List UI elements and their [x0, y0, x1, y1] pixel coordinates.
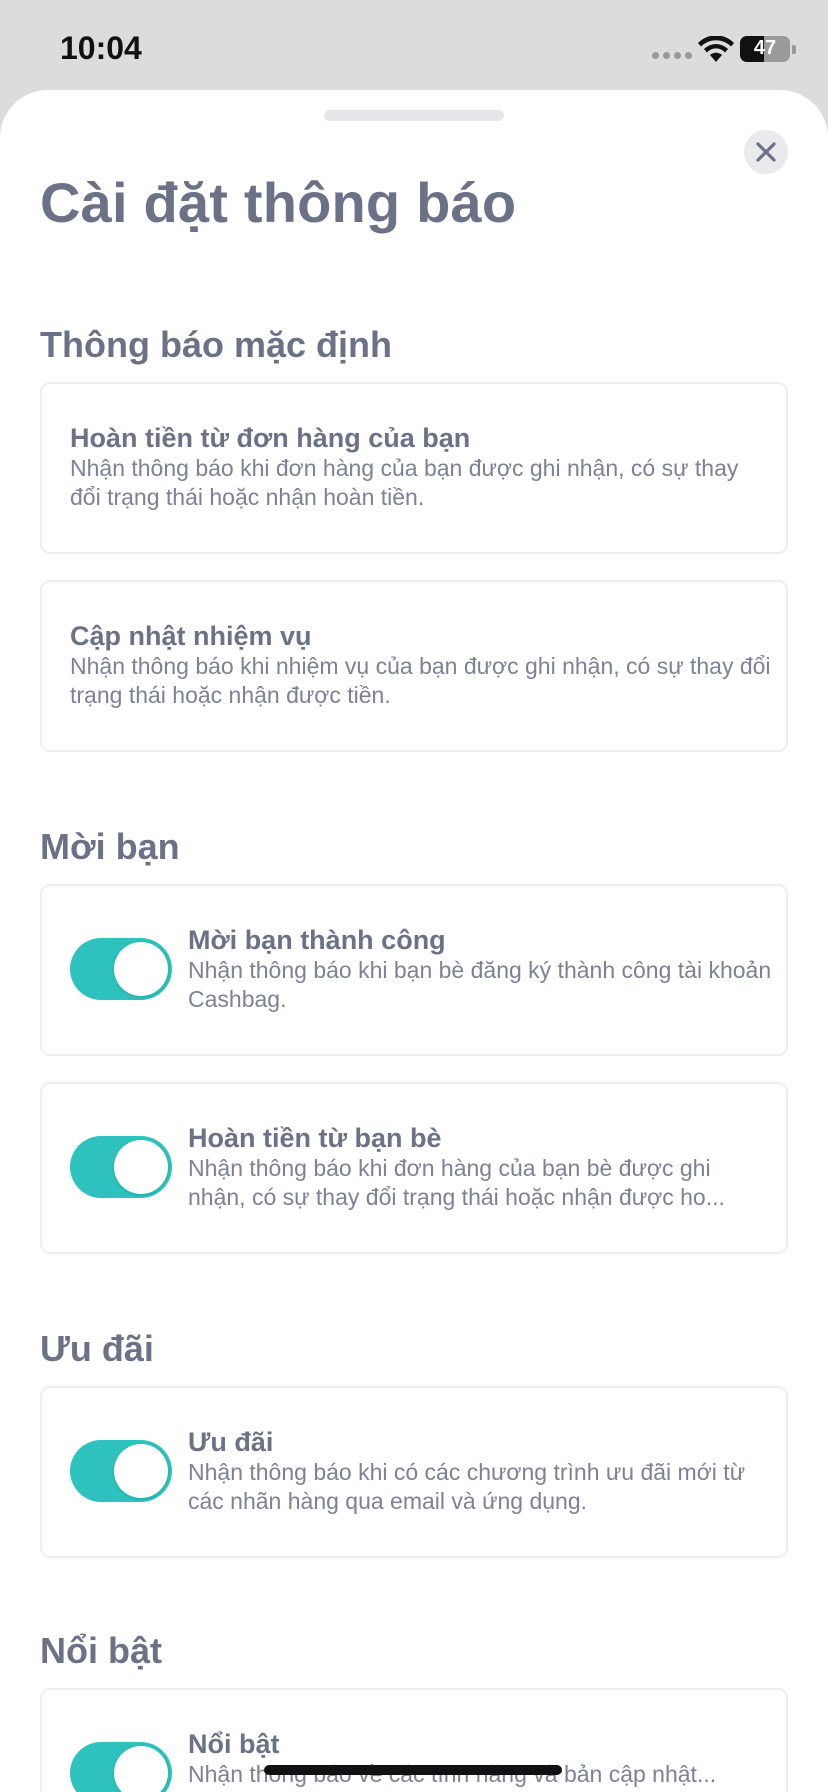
- setting-title: Hoàn tiền từ bạn bè: [188, 1123, 442, 1153]
- setting-card-order-cashback: Hoàn tiền từ đơn hàng của bạn Nhận thông…: [40, 382, 788, 554]
- status-time: 10:04: [60, 30, 142, 66]
- section-title-offers: Ưu đãi: [40, 1328, 154, 1369]
- battery-percentage: 47: [753, 37, 777, 59]
- section-title-default: Thông báo mặc định: [40, 324, 392, 365]
- wifi-icon: [698, 36, 734, 62]
- setting-title: Ưu đãi: [188, 1427, 274, 1457]
- section-title-highlights: Nổi bật: [40, 1630, 162, 1671]
- setting-description: Nhận thông báo khi có các chương trình ư…: [188, 1459, 746, 1514]
- cellular-signal-icon: [652, 52, 692, 59]
- toggle-highlights[interactable]: [70, 1742, 172, 1792]
- status-bar: 10:04 47: [0, 0, 828, 95]
- setting-description: Nhận thông báo khi đơn hàng của bạn bè đ…: [188, 1155, 725, 1210]
- notification-settings-sheet: Cài đặt thông báo Thông báo mặc định Hoà…: [0, 90, 828, 1792]
- setting-card-highlights: Nổi bật Nhận thông báo về các tính năng …: [40, 1688, 788, 1792]
- page-title: Cài đặt thông báo: [40, 171, 517, 234]
- toggle-knob: [114, 942, 168, 996]
- setting-card-mission-update: Cập nhật nhiệm vụ Nhận thông báo khi nhi…: [40, 580, 788, 752]
- toggle-invite-success[interactable]: [70, 938, 172, 1000]
- toggle-knob: [114, 1746, 168, 1792]
- toggle-knob: [114, 1444, 168, 1498]
- close-icon: [756, 142, 776, 162]
- setting-title: Cập nhật nhiệm vụ: [70, 621, 312, 651]
- setting-title: Nổi bật: [188, 1729, 280, 1759]
- sheet-grabber[interactable]: [324, 110, 504, 121]
- setting-description: Nhận thông báo khi đơn hàng của bạn được…: [70, 455, 739, 510]
- home-indicator[interactable]: [264, 1765, 562, 1775]
- toggle-friend-cashback[interactable]: [70, 1136, 172, 1198]
- section-title-invite: Mời bạn: [40, 826, 180, 867]
- close-button[interactable]: [744, 130, 788, 174]
- battery-icon: 47: [740, 36, 790, 62]
- battery-cap: [792, 45, 796, 54]
- setting-card-friend-cashback: Hoàn tiền từ bạn bè Nhận thông báo khi đ…: [40, 1082, 788, 1254]
- setting-description: Nhận thông báo khi nhiệm vụ của bạn được…: [70, 653, 771, 708]
- setting-title: Hoàn tiền từ đơn hàng của bạn: [70, 423, 471, 453]
- setting-title: Mời bạn thành công: [188, 925, 446, 955]
- toggle-knob: [114, 1140, 168, 1194]
- setting-card-offers: Ưu đãi Nhận thông báo khi có các chương …: [40, 1386, 788, 1558]
- setting-card-invite-success: Mời bạn thành công Nhận thông báo khi bạ…: [40, 884, 788, 1056]
- setting-description: Nhận thông báo khi bạn bè đăng ký thành …: [188, 957, 772, 1012]
- toggle-offers[interactable]: [70, 1440, 172, 1502]
